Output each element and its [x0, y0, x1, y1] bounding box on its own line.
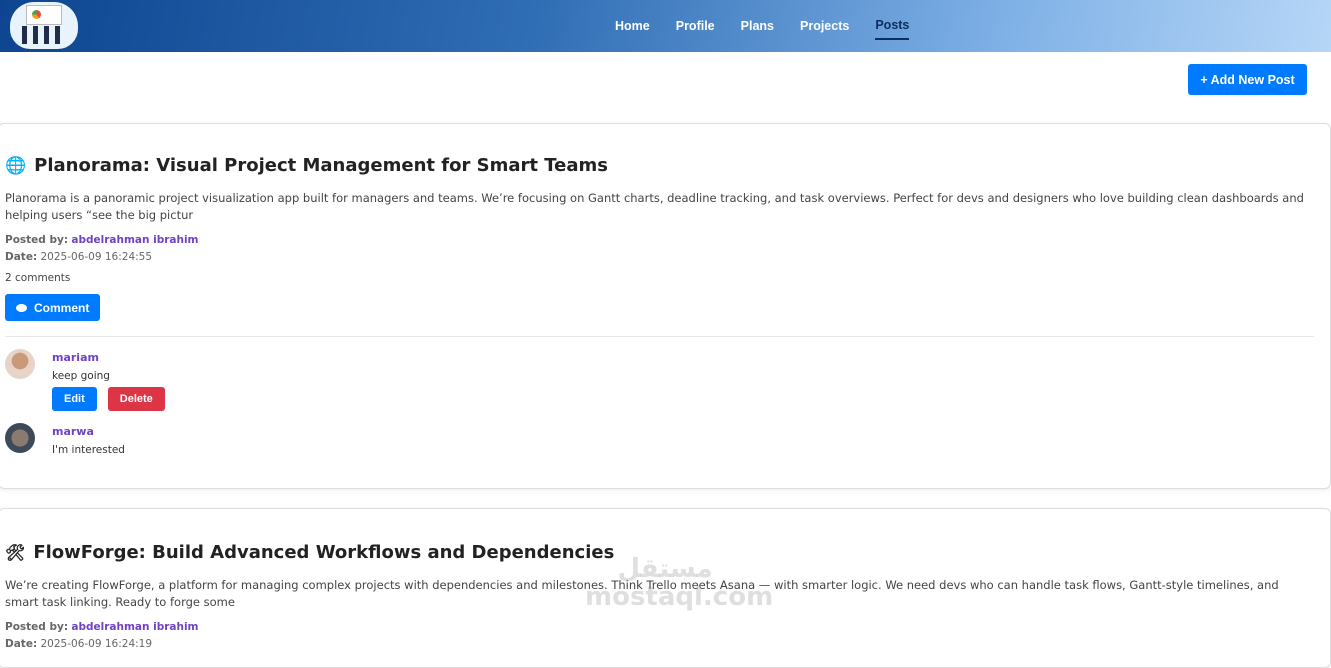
comment-author[interactable]: mariam — [52, 349, 165, 367]
post-description: Planorama is a panoramic project visuali… — [5, 191, 1304, 222]
divider — [5, 336, 1314, 337]
posted-by-label: Posted by: — [5, 234, 69, 246]
posted-by-label: Posted by: — [5, 621, 69, 633]
avatar — [5, 349, 35, 379]
comment-item: mariam keep going Edit Delete — [5, 349, 1314, 411]
edit-comment-button[interactable]: Edit — [52, 387, 97, 411]
nav-menu: Home Profile Plans Projects Posts — [615, 0, 910, 52]
nav-plans[interactable]: Plans — [741, 13, 774, 39]
post-author[interactable]: abdelrahman ibrahim — [71, 621, 198, 633]
post-date: 2025-06-09 16:24:19 — [40, 638, 153, 650]
comment-text: I'm interested — [52, 444, 125, 456]
post-date: 2025-06-09 16:24:55 — [40, 251, 153, 263]
comment-author[interactable]: marwa — [52, 423, 125, 441]
avatar — [5, 423, 35, 453]
speech-bubble-icon — [16, 303, 27, 312]
tools-icon: 🛠 — [5, 543, 26, 562]
date-label: Date: — [5, 638, 38, 650]
navbar: Home Profile Plans Projects Posts — [0, 0, 1331, 52]
post-author[interactable]: abdelrahman ibrahim — [71, 234, 198, 246]
delete-comment-button[interactable]: Delete — [107, 387, 165, 411]
nav-posts[interactable]: Posts — [875, 12, 910, 40]
comment-button[interactable]: Comment — [5, 294, 101, 321]
nav-profile[interactable]: Profile — [676, 13, 715, 39]
nav-home[interactable]: Home — [615, 13, 650, 39]
watermark: مستقل mostaql.com — [585, 554, 774, 612]
comment-item: marwa I'm interested — [5, 423, 1314, 459]
post-card: 🌐 Planorama: Visual Project Management f… — [0, 123, 1331, 489]
date-label: Date: — [5, 251, 38, 263]
nav-projects[interactable]: Projects — [800, 13, 849, 39]
comment-text: keep going — [52, 370, 110, 382]
logo[interactable] — [10, 2, 78, 49]
comment-count: 2 comments — [5, 272, 71, 284]
post-title: 🌐 Planorama: Visual Project Management f… — [5, 155, 608, 176]
add-new-post-button[interactable]: + Add New Post — [1188, 64, 1307, 95]
globe-icon: 🌐 — [5, 155, 27, 176]
